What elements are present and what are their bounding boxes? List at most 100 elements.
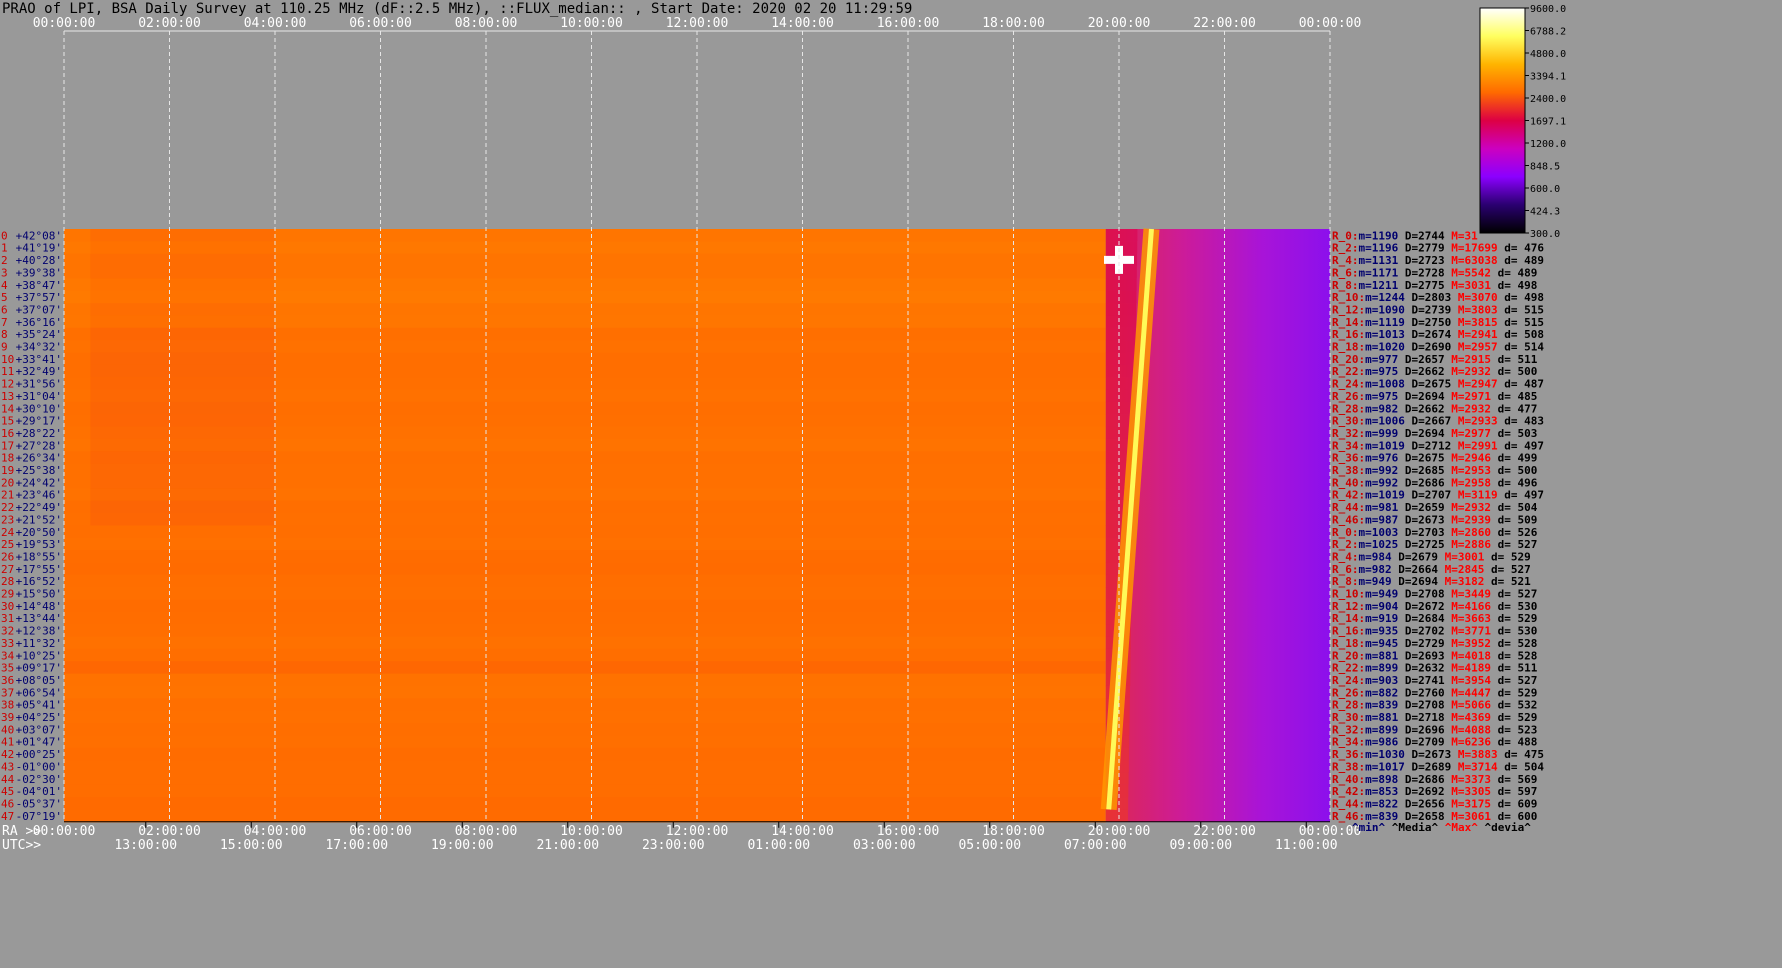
declination-label: +27°28'	[16, 439, 62, 452]
heatmap-row	[64, 735, 1106, 749]
ray-index: 10	[1, 353, 14, 366]
colorbar-tick-label: 2400.0	[1530, 94, 1566, 105]
stats-row: R_28:m=982 D=2662 M=2932 d= 477	[1332, 402, 1537, 415]
heatmap-row-shade	[90, 327, 275, 341]
x-tick-utc: 07:00:00	[1064, 838, 1127, 853]
x-tick-top: 08:00:00	[455, 16, 518, 31]
stats-footer: ^min^ ^Media^ ^Max^ ^devia^	[1352, 821, 1531, 834]
x-tick-top: 02:00:00	[138, 16, 201, 31]
stats-row: R_10:m=1244 D=2803 M=3070 d= 498	[1332, 291, 1544, 304]
ray-index: 45	[1, 785, 14, 798]
stats-row: R_4:m=984 D=2679 M=3001 d= 529	[1332, 550, 1531, 563]
declination-label: +37°57'	[16, 291, 62, 304]
stats-row: R_8:m=949 D=2694 M=3182 d= 521	[1332, 575, 1531, 588]
declination-label: -05°37'	[16, 797, 62, 810]
stats-row: R_44:m=981 D=2659 M=2932 d= 504	[1332, 501, 1538, 514]
ray-index: 8	[1, 328, 8, 341]
ray-index: 17	[1, 439, 14, 452]
heatmap-row	[64, 710, 1106, 724]
heatmap-row-shade	[90, 401, 275, 415]
x-tick-ra: 14:00:00	[771, 824, 834, 839]
ray-index: 0	[1, 229, 8, 242]
ray-index: 41	[1, 736, 14, 749]
declination-label: +26°34'	[16, 452, 62, 465]
heatmap-night-row	[1105, 303, 1137, 316]
x-tick-top: 12:00:00	[666, 16, 729, 31]
heatmap-row	[64, 648, 1106, 662]
stats-row: R_38:m=992 D=2685 M=2953 d= 500	[1332, 464, 1537, 477]
stats-row: R_30:m=881 D=2718 M=4369 d= 529	[1332, 711, 1537, 724]
ray-index: 20	[1, 476, 14, 489]
x-tick-utc: 13:00:00	[114, 838, 177, 853]
heatmap-row-shade	[90, 278, 275, 292]
declination-label: +18°55'	[16, 550, 62, 563]
ray-index: 36	[1, 674, 14, 687]
ray-index: 23	[1, 513, 14, 526]
stats-row: R_34:m=986 D=2709 M=6236 d= 488	[1332, 736, 1537, 749]
declination-label: +17°55'	[16, 563, 62, 576]
stats-row: R_4:m=1131 D=2723 M=63038 d= 489	[1332, 254, 1544, 267]
ray-index: 39	[1, 711, 14, 724]
x-tick-utc: 09:00:00	[1169, 838, 1232, 853]
stats-row: R_40:m=898 D=2686 M=3373 d= 569	[1332, 773, 1537, 786]
stats-row: R_42:m=1019 D=2707 M=3119 d= 497	[1332, 489, 1544, 502]
stats-row: R_14:m=1119 D=2750 M=3815 d= 515	[1332, 316, 1544, 329]
stats-row: R_32:m=899 D=2696 M=4088 d= 523	[1332, 723, 1537, 736]
heatmap-night-row	[1105, 278, 1137, 291]
x-tick-utc: 23:00:00	[642, 838, 705, 853]
x-tick-top: 14:00:00	[771, 16, 834, 31]
heatmap-row	[64, 797, 1106, 811]
declination-label: +37°07'	[16, 303, 62, 316]
stats-row: R_12:m=904 D=2672 M=4166 d= 530	[1332, 600, 1537, 613]
declination-label: +21°52'	[16, 513, 62, 526]
declination-label: +31°56'	[16, 378, 62, 391]
stats-row: R_46:m=987 D=2673 M=2939 d= 509	[1332, 513, 1537, 526]
stats-row: R_26:m=882 D=2760 M=4447 d= 529	[1332, 686, 1537, 699]
declination-label: +09°17'	[16, 662, 62, 675]
ray-index: 25	[1, 538, 14, 551]
x-tick-utc: 01:00:00	[747, 838, 810, 853]
x-tick-top: 00:00:00	[1299, 16, 1362, 31]
ray-index: 38	[1, 699, 14, 712]
declination-label: +25°38'	[16, 464, 62, 477]
ray-index: 37	[1, 686, 14, 699]
declination-label: +12°38'	[16, 625, 62, 638]
colorbar-tick-label: 600.0	[1530, 184, 1560, 195]
colorbar-tick-label: 424.3	[1530, 206, 1560, 217]
stats-row: R_32:m=999 D=2694 M=2977 d= 503	[1332, 427, 1537, 440]
heatmap-row	[64, 574, 1106, 588]
declination-label: +04°25'	[16, 711, 62, 724]
ray-index: 21	[1, 489, 14, 502]
stats-row: R_2:m=1196 D=2779 M=17699 d= 476	[1332, 242, 1544, 255]
declination-label: +36°16'	[16, 316, 62, 329]
ray-index: 42	[1, 748, 14, 761]
declination-label: +42°08'	[16, 229, 62, 242]
x-tick-utc: 17:00:00	[325, 838, 388, 853]
ray-index: 34	[1, 649, 15, 662]
x-tick-top: 00:00:00	[33, 16, 96, 31]
heatmap-row-shade	[90, 266, 275, 279]
x-tick-ra: 20:00:00	[1088, 824, 1151, 839]
ray-index: 5	[1, 291, 8, 304]
heatmap-row-shade	[90, 290, 275, 304]
x-tick-ra: 10:00:00	[560, 824, 623, 839]
declination-label: +35°24'	[16, 328, 62, 341]
x-tick-ra: 18:00:00	[982, 824, 1045, 839]
ray-index: 24	[1, 526, 15, 539]
ray-index: 26	[1, 550, 14, 563]
x-tick-utc: 21:00:00	[536, 838, 599, 853]
stats-row: R_36:m=976 D=2675 M=2946 d= 499	[1332, 452, 1537, 465]
heatmap-night-row	[1105, 315, 1137, 328]
stats-row: R_26:m=975 D=2694 M=2971 d= 485	[1332, 390, 1537, 403]
heatmap-night-row	[1105, 389, 1135, 402]
heatmap-row-shade	[90, 389, 275, 403]
x-tick-top: 20:00:00	[1088, 16, 1151, 31]
heatmap-row	[64, 698, 1106, 712]
stats-row: R_20:m=977 D=2657 M=2915 d= 511	[1332, 353, 1538, 366]
heatmap-row	[64, 562, 1106, 576]
declination-label: +32°49'	[16, 365, 62, 378]
heatmap-row-shade	[90, 377, 275, 391]
heatmap-row	[64, 537, 1106, 551]
heatmap-row-shade	[90, 451, 275, 465]
ray-index: 3	[1, 266, 8, 279]
